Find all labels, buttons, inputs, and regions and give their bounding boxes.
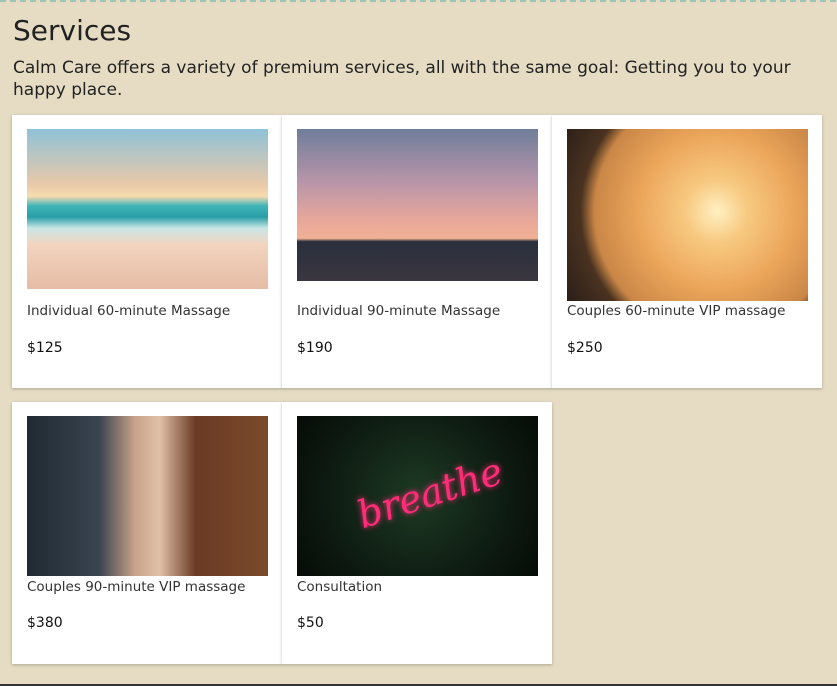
service-card[interactable]: Couples 90-minute VIP massage $380 [12,402,282,664]
breathe-neon-image: breathe [297,416,538,576]
page-title: Services [13,14,132,47]
service-name: Individual 60-minute Massage [27,303,231,319]
service-price: $250 [567,340,603,356]
service-name: Couples 90-minute VIP massage [27,579,246,595]
couple-sunset-image [567,129,808,301]
woman-portrait-image [27,416,268,576]
service-card[interactable]: Individual 90-minute Massage $190 [282,115,552,388]
service-name: Consultation [297,579,383,595]
beach-sunset-image [27,129,268,289]
service-price: $380 [27,615,63,631]
page-intro: Calm Care offers a variety of premium se… [13,58,791,100]
service-card[interactable]: Couples 60-minute VIP massage $250 [552,115,822,388]
top-border [0,0,837,2]
neon-sign-text: breathe [351,448,509,538]
service-card[interactable]: breathe Consultation $50 [282,402,552,664]
service-name: Individual 90-minute Massage [297,303,501,319]
service-price: $125 [27,340,63,356]
service-price: $50 [297,615,324,631]
service-card[interactable]: Individual 60-minute Massage $125 [12,115,282,388]
service-name: Couples 60-minute VIP massage [567,303,786,319]
yoga-silhouette-image [297,129,538,281]
service-price: $190 [297,340,333,356]
